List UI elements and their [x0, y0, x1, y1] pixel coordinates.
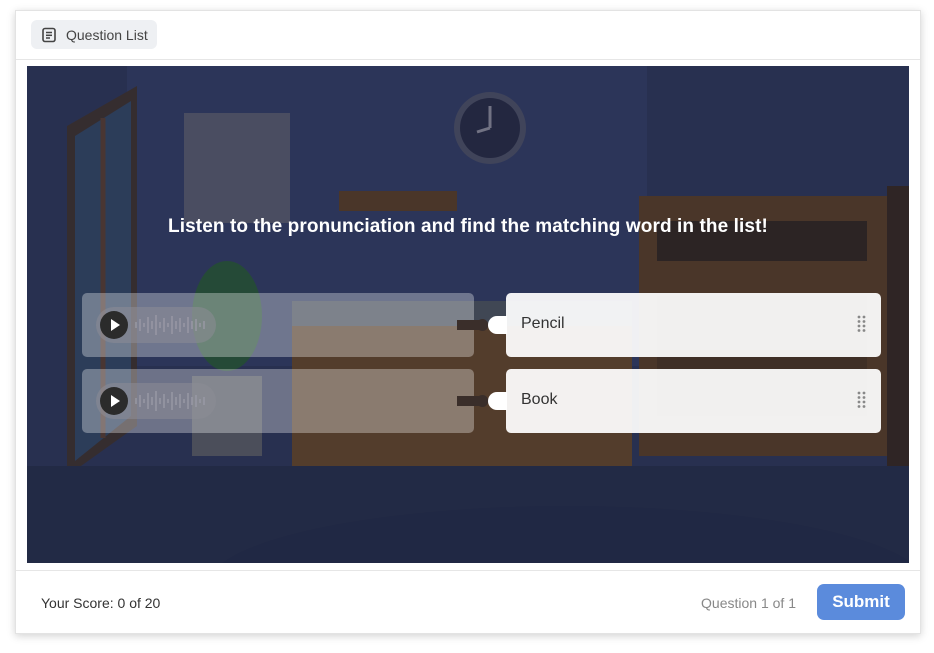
submit-button[interactable]: Submit: [817, 584, 905, 620]
question-stage: Listen to the pronunciation and find the…: [27, 66, 909, 563]
audio-player: [96, 383, 216, 419]
footer-bar: Your Score: 0 of 20 Question 1 of 1 Subm…: [16, 570, 920, 634]
quiz-card: Question List Listen to the pronunciatio…: [15, 10, 921, 634]
play-icon[interactable]: [100, 311, 128, 339]
puzzle-connector: [457, 392, 507, 410]
audio-player: [96, 307, 216, 343]
answer-card[interactable]: Pencil: [506, 293, 881, 357]
score-text: Your Score: 0 of 20: [41, 595, 161, 611]
puzzle-connector: [457, 316, 507, 334]
drag-handle-icon[interactable]: [857, 315, 867, 333]
top-bar: Question List: [16, 11, 920, 60]
answer-card[interactable]: Book: [506, 369, 881, 433]
audio-waveform-icon: [135, 315, 205, 335]
question-list-label: Question List: [66, 26, 148, 43]
list-document-icon: [41, 27, 57, 43]
play-icon[interactable]: [100, 387, 128, 415]
drag-handle-icon[interactable]: [857, 391, 867, 409]
answer-word: Pencil: [521, 315, 565, 332]
question-prompt: Listen to the pronunciation and find the…: [168, 216, 768, 237]
audio-prompt-card: [82, 293, 474, 357]
audio-waveform-icon: [135, 391, 205, 411]
answer-word: Book: [521, 391, 558, 408]
audio-prompt-card: [82, 369, 474, 433]
question-counter: Question 1 of 1: [701, 595, 796, 611]
question-list-button[interactable]: Question List: [31, 20, 157, 49]
